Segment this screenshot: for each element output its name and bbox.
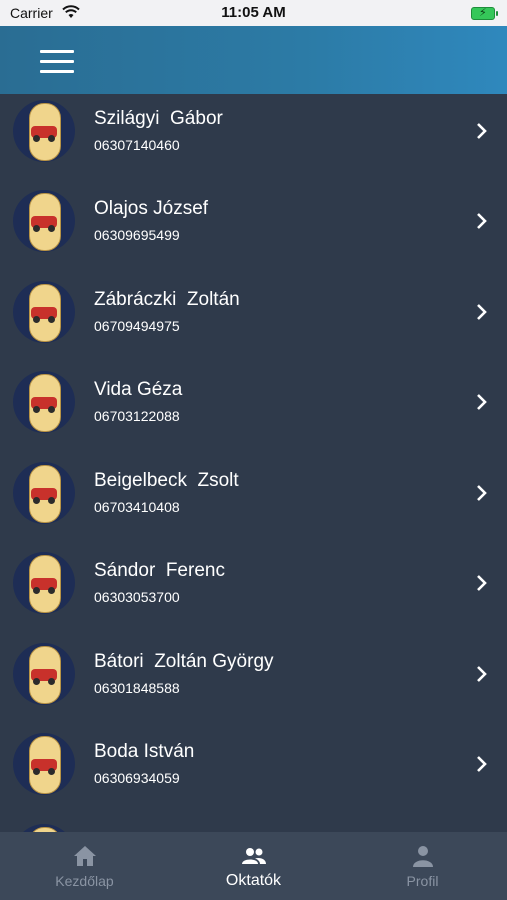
instructor-phone: 06309695499 xyxy=(94,227,180,243)
chevron-right-icon xyxy=(477,304,487,320)
chevron-right-icon xyxy=(477,394,487,410)
instructor-name: Sándor Ferenc xyxy=(94,560,225,581)
instructor-row[interactable]: Zábráczki Zoltán 06709494975 xyxy=(0,275,507,365)
instructor-row[interactable]: Boda István 06306934059 xyxy=(0,727,507,817)
instructor-phone: 06306934059 xyxy=(94,770,180,786)
instructor-avatar xyxy=(13,643,75,705)
instructor-row[interactable]: Sándor Ferenc 06303053700 xyxy=(0,546,507,636)
instructor-avatar xyxy=(13,190,75,252)
nav-bar xyxy=(0,26,507,94)
instructor-name: Olajos József xyxy=(94,198,209,219)
instructor-name: Beigelbeck Zsolt xyxy=(94,470,239,491)
chevron-right-icon xyxy=(477,485,487,501)
instructor-avatar xyxy=(13,462,75,524)
instructor-name: Bátori Zoltán György xyxy=(94,651,274,672)
instructor-list: Szilágyi Gábor 06307140460 Olajos József… xyxy=(0,94,507,832)
tab-profile-label: Profil xyxy=(406,873,439,889)
instructor-avatar xyxy=(13,552,75,614)
users-icon xyxy=(242,848,266,864)
instructor-avatar xyxy=(13,824,75,832)
instructor-phone: 06307140460 xyxy=(94,137,180,153)
tab-bar: Kezdőlap Oktatók Profil xyxy=(0,832,507,900)
instructor-avatar xyxy=(13,100,75,162)
instructor-avatar xyxy=(13,281,75,343)
home-icon xyxy=(74,846,96,866)
instructor-name: Vida Géza xyxy=(94,379,183,400)
instructor-avatar xyxy=(13,371,75,433)
instructor-avatar xyxy=(13,733,75,795)
instructor-phone: 06301848588 xyxy=(94,680,180,696)
status-time: 11:05 AM xyxy=(221,4,286,21)
battery-icon: ⚡ xyxy=(471,7,498,20)
tab-home[interactable]: Kezdőlap xyxy=(0,832,169,900)
chevron-right-icon xyxy=(477,575,487,591)
person-icon xyxy=(413,846,433,867)
instructor-name: Szilágyi Gábor xyxy=(94,108,223,129)
chevron-right-icon xyxy=(477,213,487,229)
instructor-row[interactable]: Szilágyi Gábor 06307140460 xyxy=(0,94,507,184)
instructor-phone: 06709494975 xyxy=(94,318,180,334)
instructor-name: Zábráczki Zoltán xyxy=(94,289,240,310)
instructor-phone: 06303053700 xyxy=(94,589,180,605)
tab-home-label: Kezdőlap xyxy=(55,873,114,889)
instructor-row-partial[interactable] xyxy=(0,818,507,832)
instructor-row[interactable]: Beigelbeck Zsolt 06703410408 xyxy=(0,456,507,546)
instructor-row[interactable]: Olajos József 06309695499 xyxy=(0,184,507,274)
tab-instructors-label: Oktatók xyxy=(225,872,282,889)
chevron-right-icon xyxy=(477,666,487,682)
instructor-phone: 06703410408 xyxy=(94,499,180,515)
chevron-right-icon xyxy=(477,756,487,772)
tab-profile[interactable]: Profil xyxy=(338,832,507,900)
instructor-name: Boda István xyxy=(94,741,195,762)
tab-instructors[interactable]: Oktatók xyxy=(169,832,338,900)
chevron-right-icon xyxy=(477,123,487,139)
hamburger-menu-icon[interactable] xyxy=(40,50,74,74)
instructor-row[interactable]: Vida Géza 06703122088 xyxy=(0,365,507,455)
instructor-phone: 06703122088 xyxy=(94,408,180,424)
status-bar: Carrier 11:05 AM ⚡ xyxy=(0,0,507,26)
instructor-row[interactable]: Bátori Zoltán György 06301848588 xyxy=(0,637,507,727)
